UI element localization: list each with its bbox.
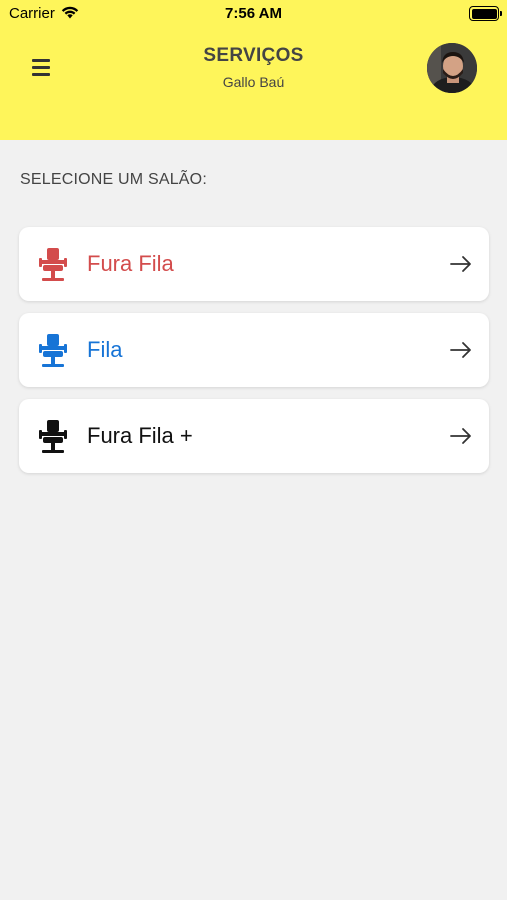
profile-photo — [427, 43, 477, 93]
status-time: 7:56 AM — [225, 5, 282, 22]
option-card-fura-fila[interactable]: Fura Fila — [19, 227, 489, 301]
barber-chair-icon — [39, 420, 67, 453]
option-card-fila[interactable]: Fila — [19, 313, 489, 387]
status-bar: Carrier 7:56 AM — [0, 0, 507, 28]
arrow-right-icon — [450, 342, 471, 358]
battery-icon — [469, 6, 502, 21]
section-label: SELECIONE UM SALÃO: — [20, 171, 207, 188]
avatar[interactable] — [427, 43, 477, 93]
option-label: Fura Fila — [87, 251, 174, 276]
barber-chair-icon — [39, 248, 67, 281]
option-label: Fila — [87, 337, 123, 362]
barber-chair-icon — [39, 334, 67, 367]
option-label: Fura Fila + — [87, 423, 193, 448]
app-header: Carrier 7:56 AM SERVIÇOS Gallo Baú — [0, 0, 507, 140]
arrow-right-icon — [450, 428, 471, 444]
option-card-fura-fila-plus[interactable]: Fura Fila + — [19, 399, 489, 473]
arrow-right-icon — [450, 256, 471, 272]
